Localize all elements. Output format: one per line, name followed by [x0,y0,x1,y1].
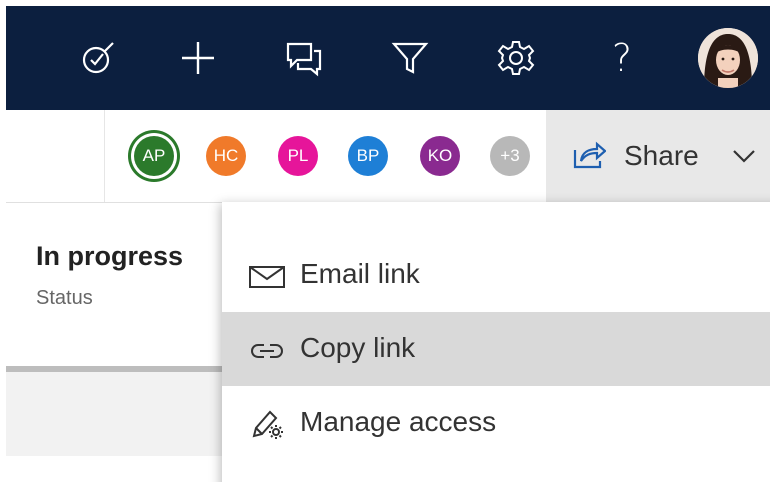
help-icon[interactable]: ? [600,36,644,80]
plus-icon[interactable] [176,36,220,80]
filter-icon[interactable] [388,36,432,80]
menu-item-label: Manage access [300,406,497,437]
avatar-initials: HC [213,146,239,165]
content-row-white [6,456,222,482]
status-card[interactable]: In progress Status [6,202,222,367]
share-label: Share [624,140,699,171]
link-icon [251,344,283,358]
target-check-icon[interactable] [76,36,120,80]
menu-item-copy-link[interactable]: Copy link [222,312,770,386]
share-dropdown-menu: Email link Copy link Manage access [222,202,770,482]
collaborator-avatar-ap[interactable]: AP [134,136,174,176]
avatar-initials: PL [287,146,309,165]
pen-gear-icon [252,410,283,439]
toolbar-left-panel [6,110,105,202]
status-value: In progress [36,241,184,271]
user-photo-avatar[interactable] [698,28,758,88]
help-glyph: ? [611,36,633,80]
menu-item-label: Copy link [300,332,416,363]
avatar-initials: KO [427,146,453,165]
collaborator-avatar-ko[interactable]: KO [420,136,460,176]
share-arrow-icon [573,141,606,169]
collaborator-avatar-pl[interactable]: PL [278,136,318,176]
collaborator-avatar-hc[interactable]: HC [206,136,246,176]
avatar-initials: AP [142,146,166,165]
menu-item-email-link[interactable]: Email link [222,238,770,312]
toolbar-row: AP HC PL BP KO +3 Share [6,110,770,202]
share-button[interactable]: Share [546,110,770,202]
chevron-down-icon [733,150,755,163]
avatar-initials: BP [356,146,380,165]
gear-icon[interactable] [494,36,538,80]
menu-item-label: Email link [300,258,420,289]
more-collaborators-badge[interactable]: +3 [490,136,530,176]
menu-item-manage-access[interactable]: Manage access [222,386,770,460]
avatar-initials: +3 [500,146,520,165]
status-label: Status [36,287,93,309]
envelope-icon [249,266,285,288]
content-row-gray [6,372,222,456]
top-navigation-bar: ? [6,6,770,110]
collaborator-avatar-bp[interactable]: BP [348,136,388,176]
app-frame: ? AP HC PL BP KO +3 Share In progress St… [6,6,770,482]
chat-icon[interactable] [282,36,326,80]
